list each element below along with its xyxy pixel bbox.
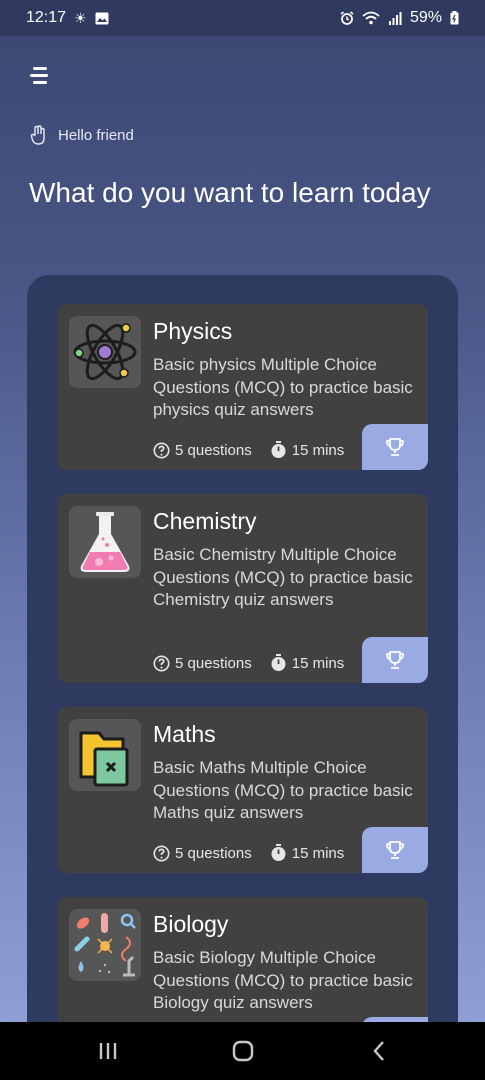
trophy-icon: [386, 438, 404, 456]
subject-card-maths[interactable]: Maths Basic Maths Multiple Choice Questi…: [57, 707, 428, 873]
duration: 15 mins: [291, 654, 345, 672]
card-title: Physics: [153, 318, 233, 344]
card-title: Chemistry: [153, 508, 257, 534]
card-meta: 5 questions 15 mins: [153, 441, 344, 459]
trophy-icon: [386, 841, 404, 859]
card-title: Maths: [153, 721, 216, 747]
card-meta: 5 questions 15 mins: [153, 654, 344, 672]
recent-apps-icon[interactable]: [96, 1040, 120, 1062]
greeting-text: Hello friend: [58, 126, 134, 144]
menu-button[interactable]: [30, 64, 50, 86]
back-icon[interactable]: [368, 1040, 392, 1062]
leaderboard-button[interactable]: [362, 637, 428, 683]
subject-card-physics[interactable]: Physics Basic physics Multiple Choice Qu…: [57, 304, 428, 470]
question-circle-icon: [153, 655, 170, 671]
card-meta: 5 questions 15 mins: [153, 844, 344, 862]
duration: 15 mins: [291, 844, 345, 862]
card-description: Basic Chemistry Multiple Choice Question…: [153, 545, 413, 609]
question-circle-icon: [153, 845, 170, 861]
question-count: 5 questions: [175, 844, 252, 862]
app-screen: 12:17 ☀ 59% Hello friend What do you wan…: [0, 0, 485, 1022]
brightness-icon: ☀: [74, 10, 87, 26]
leaderboard-button[interactable]: [362, 827, 428, 873]
leaderboard-button[interactable]: [362, 424, 428, 470]
home-icon[interactable]: [231, 1040, 255, 1062]
atom-icon: [69, 316, 141, 388]
card-description: Basic Biology Multiple Choice Questions …: [153, 948, 413, 1012]
stopwatch-icon: [271, 844, 286, 861]
battery-icon: [450, 11, 459, 25]
image-icon: [95, 12, 109, 24]
page-title: What do you want to learn today: [29, 177, 431, 208]
subject-card-biology[interactable]: Biology Basic Biology Multiple Choice Qu…: [57, 897, 428, 1022]
status-time: 12:17: [26, 9, 67, 26]
flask-icon: [69, 506, 141, 578]
stopwatch-icon: [271, 441, 286, 458]
duration: 15 mins: [291, 441, 345, 459]
wifi-icon: [362, 11, 380, 25]
waving-hand-icon: [30, 125, 45, 145]
question-count: 5 questions: [175, 441, 252, 459]
system-nav-bar: [0, 1022, 485, 1080]
trophy-icon: [386, 651, 404, 669]
card-description: Basic physics Multiple Choice Questions …: [153, 355, 413, 419]
question-count: 5 questions: [175, 654, 252, 672]
biology-icon: [69, 909, 141, 981]
card-description: Basic Maths Multiple Choice Questions (M…: [153, 758, 413, 822]
alarm-icon: [340, 11, 354, 25]
stopwatch-icon: [271, 654, 286, 671]
question-circle-icon: [153, 442, 170, 458]
folder-icon: [69, 719, 141, 791]
subject-card-chemistry[interactable]: Chemistry Basic Chemistry Multiple Choic…: [57, 494, 428, 683]
card-title: Biology: [153, 911, 229, 937]
greeting: Hello friend: [30, 125, 134, 145]
battery-percent: 59%: [409, 9, 442, 26]
signal-icon: [388, 11, 402, 25]
status-bar: 12:17 ☀ 59%: [0, 0, 485, 36]
